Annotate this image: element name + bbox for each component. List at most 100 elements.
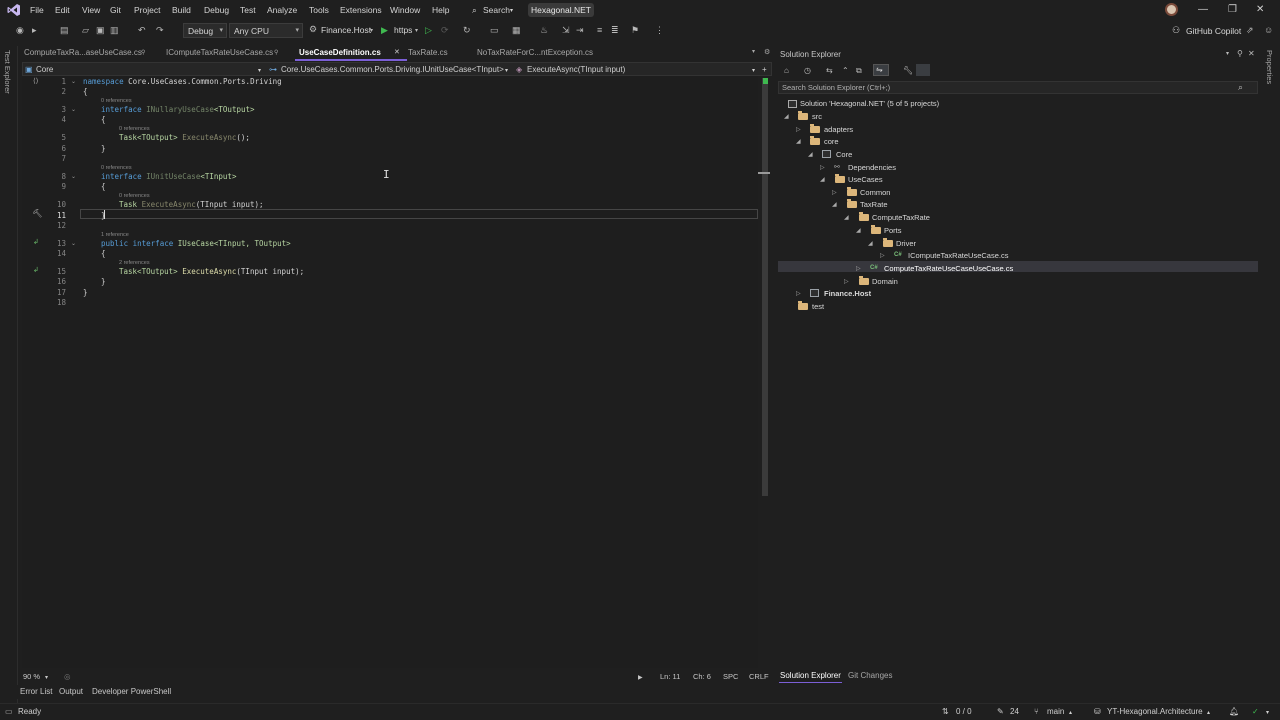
- scrollbar-thumb[interactable]: [762, 78, 768, 496]
- tab-solution-explorer[interactable]: Solution Explorer: [780, 671, 841, 680]
- search-icon[interactable]: ⌕: [472, 5, 477, 16]
- sync-icon[interactable]: ⇆: [826, 66, 833, 75]
- line-indicator[interactable]: Ln: 11: [660, 672, 680, 681]
- comment-icon[interactable]: ≡: [597, 25, 602, 35]
- new-item-icon[interactable]: ▤: [60, 25, 69, 36]
- menu-debug[interactable]: Debug: [204, 5, 229, 15]
- nav-project-dropdown[interactable]: Core: [36, 65, 53, 74]
- feedback-icon[interactable]: ☺: [1264, 25, 1273, 35]
- menu-analyze[interactable]: Analyze: [267, 5, 297, 15]
- codelens-references[interactable]: 0 references: [119, 193, 150, 199]
- implementation-icon[interactable]: ↲: [33, 238, 39, 246]
- tab-taxrate[interactable]: TaxRate.cs: [408, 48, 448, 57]
- window-position-icon[interactable]: ▾: [1226, 50, 1229, 57]
- output-icon[interactable]: ▭: [5, 707, 13, 716]
- repository-name[interactable]: YT-Hexagonal.Architecture: [1107, 707, 1203, 716]
- preview-toggle[interactable]: [916, 64, 930, 76]
- implementation-icon[interactable]: ↲: [33, 266, 39, 274]
- expand-arrow-icon[interactable]: ◢: [868, 240, 873, 247]
- close-panel-icon[interactable]: ✕: [1248, 49, 1255, 58]
- home-icon[interactable]: ⌂: [784, 66, 789, 75]
- show-all-files-icon[interactable]: ⧉: [856, 66, 862, 76]
- fold-toggle-icon[interactable]: ⌄: [71, 173, 76, 180]
- tree-item-common[interactable]: Common: [860, 188, 890, 197]
- whitespace-indicator[interactable]: SPC: [723, 672, 738, 681]
- tab-error-list[interactable]: Error List: [20, 687, 52, 696]
- launch-profile[interactable]: https: [394, 25, 412, 35]
- tab-developer-powershell[interactable]: Developer PowerShell: [92, 687, 171, 696]
- tab-compute-tax-rate-usecase[interactable]: ComputeTaxRa...aseUseCase.cs: [24, 48, 142, 57]
- expand-arrow-icon[interactable]: ◢: [784, 113, 789, 120]
- menu-project[interactable]: Project: [134, 5, 160, 15]
- expand-arrow-icon[interactable]: ◢: [808, 151, 813, 158]
- pending-changes-count[interactable]: 24: [1010, 707, 1019, 716]
- menu-file[interactable]: File: [30, 5, 44, 15]
- expand-arrow-icon[interactable]: ◢: [796, 138, 801, 145]
- forward-icon[interactable]: ▸: [32, 25, 37, 36]
- nav-type-dropdown[interactable]: Core.UseCases.Common.Ports.Driving.IUnit…: [281, 65, 504, 74]
- menu-window[interactable]: Window: [390, 5, 420, 15]
- collapse-arrow-icon[interactable]: ▷: [796, 126, 801, 133]
- code-outline-icon[interactable]: ⟨⟩: [33, 77, 38, 85]
- expand-arrow-icon[interactable]: ◢: [820, 176, 825, 183]
- menu-extensions[interactable]: Extensions: [340, 5, 382, 15]
- solution-name-badge[interactable]: Hexagonal.NET: [528, 3, 594, 17]
- refresh-icon[interactable]: ↻: [463, 25, 471, 36]
- search-icon[interactable]: ⌕: [1238, 82, 1243, 93]
- save-icon[interactable]: ▣: [96, 25, 105, 36]
- layout-icon[interactable]: ▦: [512, 25, 521, 36]
- platform-select[interactable]: Any CPU ▾: [229, 23, 303, 38]
- expand-arrow-icon[interactable]: ◢: [832, 201, 837, 208]
- pin-icon[interactable]: ⚲: [274, 49, 278, 56]
- fold-toggle-icon[interactable]: ⌄: [71, 106, 76, 113]
- step-icon[interactable]: ⇲: [562, 25, 570, 36]
- menu-edit[interactable]: Edit: [55, 5, 70, 15]
- zoom-level[interactable]: 90 %: [23, 672, 40, 681]
- pin-icon[interactable]: ⚲: [1237, 49, 1243, 58]
- tree-item-icompute-file[interactable]: IComputeTaxRateUseCase.cs: [908, 251, 1008, 260]
- undo-icon[interactable]: ↶: [138, 25, 146, 36]
- tab-no-tax-rate-exception[interactable]: NoTaxRateForC...ntException.cs: [477, 48, 593, 57]
- pin-icon[interactable]: ⚲: [141, 49, 145, 56]
- codelens-references[interactable]: 0 references: [119, 126, 150, 132]
- tree-item-solution[interactable]: Solution 'Hexagonal.NET' (5 of 5 project…: [800, 99, 939, 108]
- redo-icon[interactable]: ↷: [156, 25, 164, 36]
- collapse-arrow-icon[interactable]: ▷: [856, 265, 861, 272]
- run-without-debug-icon[interactable]: ▷: [425, 25, 432, 36]
- github-copilot-button[interactable]: GitHub Copilot: [1186, 26, 1241, 36]
- tree-item-adapters[interactable]: adapters: [824, 125, 853, 134]
- expand-arrow-icon[interactable]: ◢: [844, 214, 849, 221]
- tree-item-core-folder[interactable]: core: [824, 137, 839, 146]
- share-icon[interactable]: ⇗: [1246, 25, 1254, 36]
- notifications-icon[interactable]: 🔔︎: [1229, 707, 1239, 716]
- collapse-arrow-icon[interactable]: ▷: [832, 189, 837, 196]
- minimize-icon[interactable]: —: [1198, 4, 1208, 15]
- collapse-arrow-icon[interactable]: ▷: [820, 164, 825, 171]
- menu-tools[interactable]: Tools: [309, 5, 329, 15]
- menu-test[interactable]: Test: [240, 5, 256, 15]
- codelens-references[interactable]: 1 reference: [101, 232, 129, 238]
- run-icon[interactable]: ▶: [381, 25, 388, 36]
- menu-git[interactable]: Git: [110, 5, 121, 15]
- code-editor[interactable]: [22, 76, 758, 668]
- menu-build[interactable]: Build: [172, 5, 191, 15]
- tree-item-dependencies[interactable]: Dependencies: [848, 163, 896, 172]
- nav-member-dropdown[interactable]: ExecuteAsync(TInput input): [527, 65, 625, 74]
- close-icon[interactable]: ✕: [1256, 4, 1264, 15]
- back-icon[interactable]: ◉: [16, 25, 24, 36]
- fold-toggle-icon[interactable]: ⌄: [71, 78, 76, 85]
- quick-actions-icon[interactable]: 🔨︎: [32, 209, 42, 218]
- save-all-icon[interactable]: ▥: [110, 25, 119, 36]
- fold-toggle-icon[interactable]: ⌄: [71, 240, 76, 247]
- search-menu[interactable]: Search: [483, 5, 510, 15]
- tree-item-domain[interactable]: Domain: [872, 277, 898, 286]
- wrench-icon[interactable]: 🔧︎: [903, 66, 913, 75]
- close-tab-icon[interactable]: ✕: [394, 48, 400, 56]
- tree-item-compute-file[interactable]: ComputeTaxRateUseCaseUseCase.cs: [884, 264, 1013, 273]
- tree-item-taxrate[interactable]: TaxRate: [860, 200, 888, 209]
- incoming-outgoing-commits[interactable]: 0 / 0: [956, 707, 972, 716]
- collapse-arrow-icon[interactable]: ▷: [844, 278, 849, 285]
- tab-overflow-icon[interactable]: ▾: [752, 48, 755, 55]
- bookmark-icon[interactable]: ⚑: [631, 25, 639, 36]
- line-ending-indicator[interactable]: CRLF: [749, 672, 769, 681]
